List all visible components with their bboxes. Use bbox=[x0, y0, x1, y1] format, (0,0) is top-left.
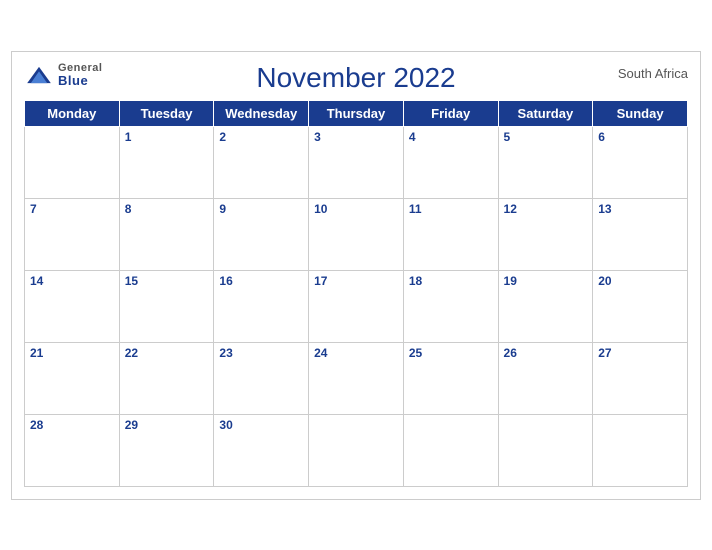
day-cell: 2 bbox=[214, 126, 309, 198]
day-number: 12 bbox=[504, 202, 517, 216]
day-cell: 26 bbox=[498, 342, 593, 414]
day-cell bbox=[498, 414, 593, 486]
day-cell bbox=[309, 414, 404, 486]
day-number: 21 bbox=[30, 346, 43, 360]
day-number: 6 bbox=[598, 130, 605, 144]
calendar-table: Monday Tuesday Wednesday Thursday Friday… bbox=[24, 100, 688, 487]
day-cell: 23 bbox=[214, 342, 309, 414]
day-cell: 29 bbox=[119, 414, 214, 486]
week-row-5: 28 29 30 bbox=[25, 414, 688, 486]
day-cell: 13 bbox=[593, 198, 688, 270]
day-cell: 27 bbox=[593, 342, 688, 414]
day-cell: 25 bbox=[403, 342, 498, 414]
day-number: 14 bbox=[30, 274, 43, 288]
day-number: 3 bbox=[314, 130, 321, 144]
day-number: 19 bbox=[504, 274, 517, 288]
day-cell: 14 bbox=[25, 270, 120, 342]
day-cell: 11 bbox=[403, 198, 498, 270]
week-row-4: 21 22 23 24 25 26 27 bbox=[25, 342, 688, 414]
header-wednesday: Wednesday bbox=[214, 100, 309, 126]
day-cell bbox=[25, 126, 120, 198]
day-cell: 4 bbox=[403, 126, 498, 198]
day-cell: 6 bbox=[593, 126, 688, 198]
day-cell: 22 bbox=[119, 342, 214, 414]
logo-icon bbox=[24, 65, 54, 85]
day-number: 20 bbox=[598, 274, 611, 288]
day-number: 25 bbox=[409, 346, 422, 360]
header-sunday: Sunday bbox=[593, 100, 688, 126]
day-cell: 28 bbox=[25, 414, 120, 486]
day-number: 15 bbox=[125, 274, 138, 288]
day-number: 16 bbox=[219, 274, 232, 288]
day-number: 24 bbox=[314, 346, 327, 360]
month-title: November 2022 bbox=[256, 62, 455, 94]
day-cell: 7 bbox=[25, 198, 120, 270]
header-thursday: Thursday bbox=[309, 100, 404, 126]
calendar-thead: Monday Tuesday Wednesday Thursday Friday… bbox=[25, 100, 688, 126]
day-cell: 16 bbox=[214, 270, 309, 342]
day-cell: 17 bbox=[309, 270, 404, 342]
day-number: 27 bbox=[598, 346, 611, 360]
logo-text-block: General Blue bbox=[58, 62, 102, 88]
day-number: 4 bbox=[409, 130, 416, 144]
logo-blue-text: Blue bbox=[58, 74, 102, 88]
day-number: 8 bbox=[125, 202, 132, 216]
header-friday: Friday bbox=[403, 100, 498, 126]
header-tuesday: Tuesday bbox=[119, 100, 214, 126]
day-number: 11 bbox=[409, 202, 422, 216]
day-cell: 24 bbox=[309, 342, 404, 414]
week-row-1: 1 2 3 4 5 6 bbox=[25, 126, 688, 198]
day-number: 17 bbox=[314, 274, 327, 288]
day-number: 22 bbox=[125, 346, 138, 360]
logo-general-text: General bbox=[58, 62, 102, 74]
day-cell: 1 bbox=[119, 126, 214, 198]
day-cell: 12 bbox=[498, 198, 593, 270]
day-number: 23 bbox=[219, 346, 232, 360]
day-number: 10 bbox=[314, 202, 327, 216]
day-cell: 8 bbox=[119, 198, 214, 270]
logo-area: General Blue bbox=[24, 62, 102, 88]
country-label: South Africa bbox=[618, 66, 688, 81]
day-number: 1 bbox=[125, 130, 132, 144]
day-cell bbox=[593, 414, 688, 486]
day-number: 18 bbox=[409, 274, 422, 288]
day-number: 29 bbox=[125, 418, 138, 432]
logo-wrapper: General Blue bbox=[24, 62, 102, 88]
day-cell bbox=[403, 414, 498, 486]
day-number: 7 bbox=[30, 202, 37, 216]
day-cell: 10 bbox=[309, 198, 404, 270]
day-number: 9 bbox=[219, 202, 226, 216]
day-cell: 30 bbox=[214, 414, 309, 486]
day-number: 28 bbox=[30, 418, 43, 432]
day-number: 13 bbox=[598, 202, 611, 216]
day-number: 5 bbox=[504, 130, 511, 144]
day-cell: 20 bbox=[593, 270, 688, 342]
calendar: General Blue November 2022 South Africa … bbox=[11, 51, 701, 500]
day-cell: 19 bbox=[498, 270, 593, 342]
calendar-body: 1234567891011121314151617181920212223242… bbox=[25, 126, 688, 486]
header-monday: Monday bbox=[25, 100, 120, 126]
calendar-header: General Blue November 2022 South Africa bbox=[24, 62, 688, 94]
day-cell: 15 bbox=[119, 270, 214, 342]
day-cell: 21 bbox=[25, 342, 120, 414]
day-cell: 5 bbox=[498, 126, 593, 198]
day-cell: 9 bbox=[214, 198, 309, 270]
day-number: 30 bbox=[219, 418, 232, 432]
day-cell: 18 bbox=[403, 270, 498, 342]
week-row-2: 7 8 9 10 11 12 13 bbox=[25, 198, 688, 270]
day-cell: 3 bbox=[309, 126, 404, 198]
header-saturday: Saturday bbox=[498, 100, 593, 126]
weekday-header-row: Monday Tuesday Wednesday Thursday Friday… bbox=[25, 100, 688, 126]
day-number: 2 bbox=[219, 130, 226, 144]
day-number: 26 bbox=[504, 346, 517, 360]
week-row-3: 14 15 16 17 18 19 20 bbox=[25, 270, 688, 342]
